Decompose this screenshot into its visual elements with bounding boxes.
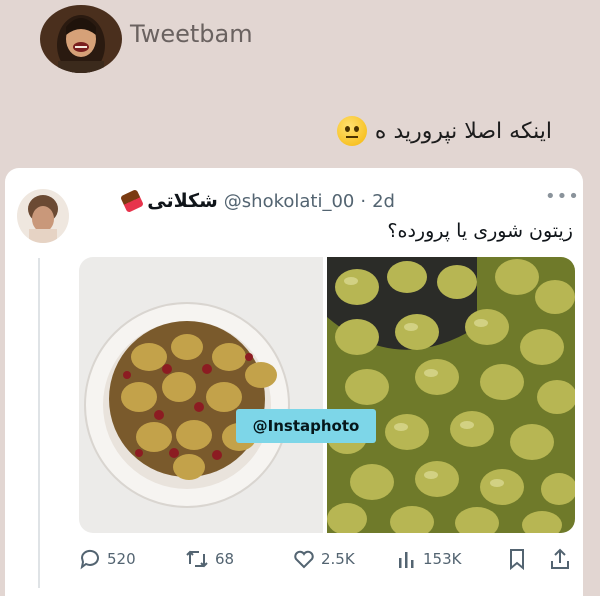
- bookmark-icon: [510, 549, 524, 570]
- retweet-count: 68: [215, 550, 235, 568]
- channel-name[interactable]: Tweetbam: [130, 20, 253, 48]
- channel-avatar[interactable]: [40, 5, 122, 73]
- retweet-icon: [186, 550, 208, 568]
- tweet-header: شکلاتی @shokolati_00 · 2d: [120, 189, 395, 213]
- tweet-text: زیتون شوری یا پرورده؟: [387, 220, 573, 242]
- heart-icon: [294, 550, 314, 569]
- author-handle[interactable]: @shokolati_00: [224, 191, 355, 212]
- more-options-icon[interactable]: •••: [545, 186, 580, 207]
- view-count: 153K: [423, 550, 462, 568]
- marinated-olives-image[interactable]: [79, 257, 323, 533]
- views-chart-icon: [399, 552, 414, 568]
- share-icon: [551, 548, 569, 569]
- green-olives-image[interactable]: [327, 257, 575, 533]
- tweet-card[interactable]: ••• شکلاتی @shokolati_00 · 2d زیتون شوری…: [5, 168, 583, 596]
- chocolate-emoji-icon: [120, 189, 145, 213]
- share-button[interactable]: [549, 548, 571, 570]
- author-display-name[interactable]: شکلاتی: [147, 190, 218, 212]
- like-count: 2.5K: [321, 550, 355, 568]
- tweet-action-bar: 520 68 2.5K 153K: [79, 548, 575, 578]
- watermark-label: @Instaphoto: [236, 409, 376, 443]
- bookmark-button[interactable]: [507, 548, 527, 570]
- like-button[interactable]: 2.5K: [293, 548, 355, 570]
- time-separator: ·: [360, 190, 367, 212]
- views-button[interactable]: 153K: [397, 548, 461, 570]
- author-avatar[interactable]: [17, 189, 69, 243]
- post-caption: اینکه اصلا نپرورید ه: [336, 116, 552, 146]
- tweet-media[interactable]: [79, 257, 575, 533]
- thread-line: [38, 258, 40, 588]
- caption-text: اینکه اصلا نپرورید ه: [374, 118, 552, 144]
- reply-button[interactable]: 520: [79, 548, 136, 570]
- tweet-time[interactable]: 2d: [372, 191, 395, 212]
- retweet-button[interactable]: 68: [185, 548, 234, 570]
- reply-count: 520: [107, 550, 136, 568]
- neutral-face-emoji-icon: [336, 116, 367, 146]
- reply-icon: [80, 549, 99, 570]
